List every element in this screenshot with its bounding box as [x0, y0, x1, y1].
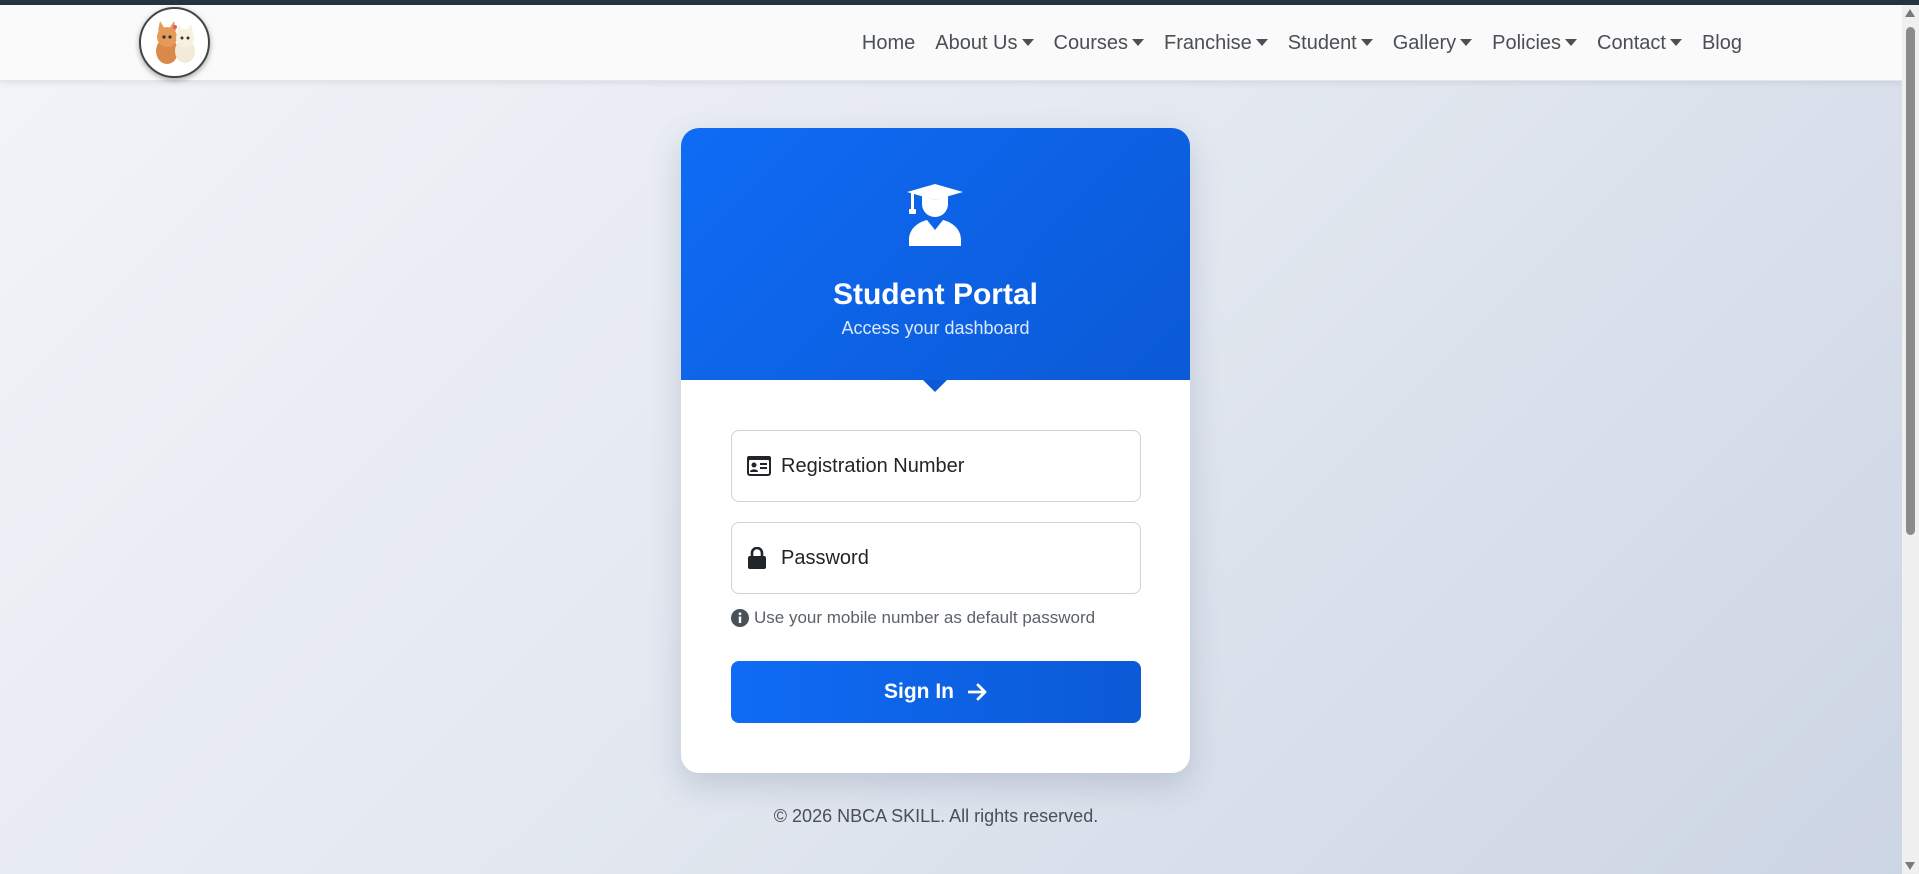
nav-item-student[interactable]: Student: [1278, 32, 1383, 55]
registration-number-field[interactable]: [731, 430, 1141, 502]
sign-in-button[interactable]: Sign In: [731, 661, 1141, 723]
nav-menu: Home About Us Courses Franchise Student …: [852, 5, 1752, 81]
nav-label: Contact: [1597, 31, 1666, 54]
password-hint-text: Use your mobile number as default passwo…: [754, 608, 1096, 627]
nav-label: Blog: [1701, 31, 1742, 54]
caret-down-icon: [1360, 38, 1373, 46]
nav-item-policies[interactable]: Policies: [1482, 32, 1587, 55]
caret-down-icon: [1255, 38, 1268, 46]
nav-item-gallery[interactable]: Gallery: [1383, 32, 1482, 55]
nav-item-about-us[interactable]: About Us: [925, 32, 1043, 55]
nav-label: Policies: [1492, 31, 1562, 54]
caret-down-icon: [1021, 38, 1034, 46]
password-hint: Use your mobile number as default passwo…: [731, 608, 1095, 628]
scroll-down-arrow-icon[interactable]: [1905, 862, 1915, 870]
caret-down-icon: [1460, 38, 1473, 46]
caret-down-icon: [1669, 38, 1682, 46]
nav-item-courses[interactable]: Courses: [1044, 32, 1154, 55]
info-circle-icon: [731, 609, 749, 627]
kittens-logo-icon: [155, 20, 195, 64]
nav-label: Franchise: [1163, 31, 1252, 54]
portal-subtitle: Access your dashboard: [841, 318, 1030, 338]
user-graduate-icon: [907, 184, 963, 246]
arrow-right-icon: [968, 683, 987, 701]
footer-copyright: © 2026 NBCA SKILL. All rights reserved.: [773, 806, 1099, 826]
card-header: Student Portal Access your dashboard: [681, 128, 1190, 380]
nav-label: Courses: [1053, 31, 1128, 54]
header-notch: [923, 380, 947, 392]
nav-item-franchise[interactable]: Franchise: [1154, 32, 1278, 55]
caret-down-icon: [1565, 38, 1578, 46]
nav-item-contact[interactable]: Contact: [1587, 32, 1692, 55]
nav-item-blog[interactable]: Blog: [1692, 32, 1752, 55]
site-logo[interactable]: [139, 7, 210, 78]
password-field[interactable]: [731, 522, 1141, 594]
nav-label: Gallery: [1392, 31, 1457, 54]
caret-down-icon: [1131, 38, 1144, 46]
password-input[interactable]: [781, 546, 1121, 570]
scrollbar[interactable]: [1902, 5, 1919, 874]
navbar: Home About Us Courses Franchise Student …: [0, 5, 1902, 81]
nav-label: Home: [861, 31, 916, 54]
portal-title: Student Portal: [832, 278, 1038, 311]
nav-label: About Us: [935, 31, 1018, 54]
lock-icon: [747, 547, 771, 569]
scroll-up-arrow-icon[interactable]: [1905, 9, 1915, 17]
nav-item-home[interactable]: Home: [852, 32, 925, 55]
student-portal-card: Student Portal Access your dashboard Reg…: [681, 128, 1190, 773]
nav-label: Student: [1287, 31, 1357, 54]
scroll-thumb[interactable]: [1906, 27, 1915, 535]
sign-in-label: Sign In: [884, 680, 954, 703]
registration-number-input[interactable]: [781, 454, 1121, 478]
id-card-icon: [747, 455, 771, 477]
